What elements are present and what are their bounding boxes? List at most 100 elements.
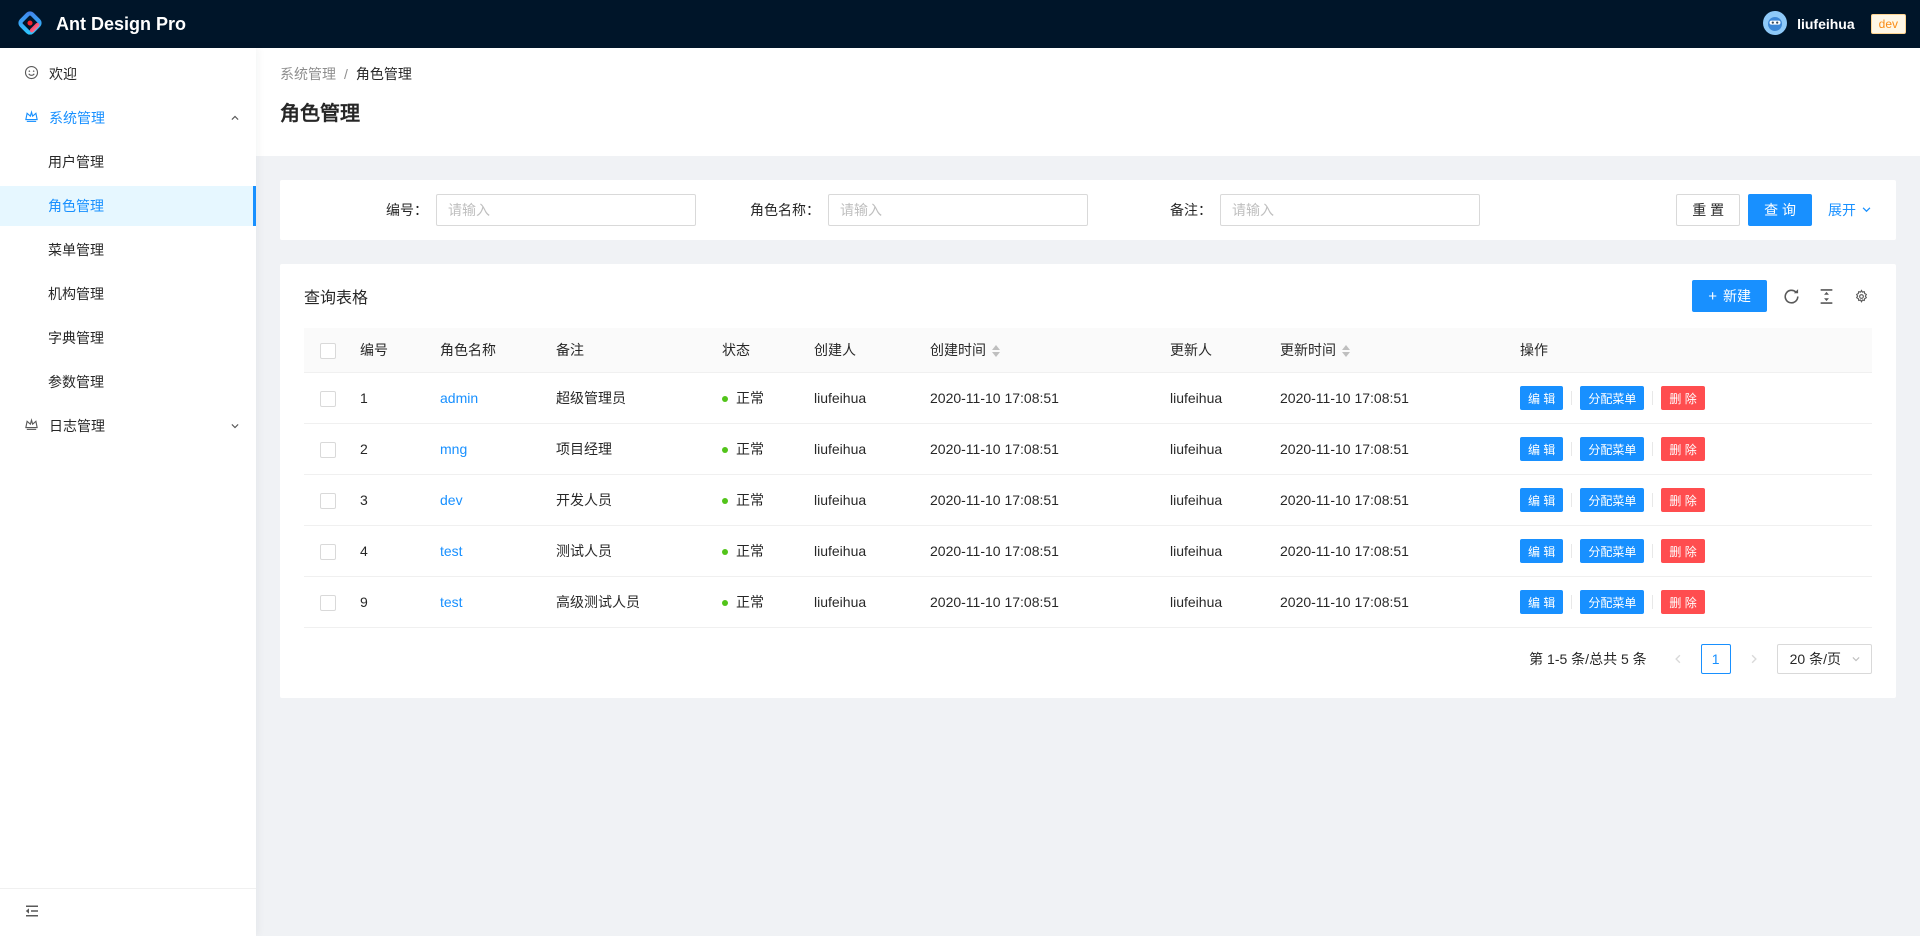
header-user-area[interactable]: liufeihua dev bbox=[1763, 11, 1906, 38]
query-button[interactable]: 查 询 bbox=[1748, 194, 1812, 226]
table-row: 2 mng 项目经理 正常 liufeihua 2020-11-10 17:08… bbox=[304, 424, 1872, 475]
row-checkbox[interactable] bbox=[320, 544, 336, 560]
sort-carets-icon[interactable] bbox=[1342, 345, 1350, 357]
delete-button[interactable]: 删 除 bbox=[1661, 437, 1704, 461]
edit-button[interactable]: 编 辑 bbox=[1520, 539, 1563, 563]
cell-created-time: 2020-11-10 17:08:51 bbox=[922, 475, 1162, 526]
reload-icon[interactable] bbox=[1781, 286, 1802, 307]
role-name-input[interactable] bbox=[828, 194, 1088, 226]
cell-actions: 编 辑分配菜单删 除 bbox=[1512, 526, 1872, 577]
cell-role-name-link[interactable]: dev bbox=[432, 475, 548, 526]
brand-title: Ant Design Pro bbox=[56, 14, 186, 35]
vertical-divider bbox=[1571, 544, 1572, 558]
plus-icon: + bbox=[1708, 289, 1717, 304]
select-all-checkbox[interactable] bbox=[320, 343, 336, 359]
logo[interactable]: Ant Design Pro bbox=[14, 7, 186, 42]
role-name-label: 角色名称： bbox=[696, 200, 828, 220]
sort-carets-icon[interactable] bbox=[992, 345, 1000, 357]
toolbar-actions: + 新建 bbox=[1692, 280, 1872, 312]
cell-role-name-link[interactable]: mng bbox=[432, 424, 548, 475]
cell-role-name-link[interactable]: test bbox=[432, 577, 548, 628]
select-arrow-icon bbox=[1851, 651, 1861, 667]
table-row: 4 test 测试人员 正常 liufeihua 2020-11-10 17:0… bbox=[304, 526, 1872, 577]
delete-button[interactable]: 删 除 bbox=[1661, 590, 1704, 614]
delete-button[interactable]: 删 除 bbox=[1661, 539, 1704, 563]
table-wrapper: 编号 角色名称 备注 状态 创建人 创建时间 更新人 bbox=[280, 328, 1896, 628]
sidebar-item-menu-mgmt[interactable]: 菜单管理 bbox=[0, 230, 256, 270]
avatar bbox=[1763, 11, 1787, 38]
status-dot bbox=[722, 600, 728, 606]
sidebar-menu: 欢迎 系统管理 用户管理 bbox=[0, 48, 256, 888]
create-button[interactable]: + 新建 bbox=[1692, 280, 1767, 312]
assign-menu-button[interactable]: 分配菜单 bbox=[1580, 590, 1644, 614]
content-area: 系统管理 / 角色管理 角色管理 编号： 角色名称： bbox=[256, 48, 1920, 936]
expand-link[interactable]: 展开 bbox=[1828, 200, 1872, 220]
table-row: 9 test 高级测试人员 正常 liufeihua 2020-11-10 17… bbox=[304, 577, 1872, 628]
note-input[interactable] bbox=[1220, 194, 1480, 226]
search-actions: 重 置 查 询 展开 bbox=[1676, 194, 1872, 226]
sidebar-collapse-button[interactable] bbox=[0, 888, 256, 936]
cell-id: 2 bbox=[352, 424, 432, 475]
crown-icon bbox=[24, 417, 39, 435]
sidebar-item-dict-mgmt[interactable]: 字典管理 bbox=[0, 318, 256, 358]
col-header-actions: 操作 bbox=[1512, 328, 1872, 373]
delete-button[interactable]: 删 除 bbox=[1661, 488, 1704, 512]
pagination-page-1[interactable]: 1 bbox=[1701, 644, 1731, 674]
breadcrumb-system[interactable]: 系统管理 bbox=[280, 64, 336, 84]
vertical-divider bbox=[1652, 442, 1653, 456]
cell-actions: 编 辑分配菜单删 除 bbox=[1512, 577, 1872, 628]
col-header-created: 创建时间 bbox=[922, 328, 1162, 373]
cell-created-time: 2020-11-10 17:08:51 bbox=[922, 577, 1162, 628]
cell-creator: liufeihua bbox=[806, 373, 922, 424]
ant-design-logo-icon bbox=[14, 7, 46, 42]
chevron-down-icon bbox=[1861, 202, 1872, 218]
sidebar-item-param-mgmt[interactable]: 参数管理 bbox=[0, 362, 256, 402]
roles-table: 编号 角色名称 备注 状态 创建人 创建时间 更新人 bbox=[304, 328, 1872, 628]
page-size-select[interactable]: 20 条/页 bbox=[1777, 644, 1872, 674]
edit-button[interactable]: 编 辑 bbox=[1520, 590, 1563, 614]
edit-button[interactable]: 编 辑 bbox=[1520, 437, 1563, 461]
sidebar-item-user-mgmt[interactable]: 用户管理 bbox=[0, 142, 256, 182]
cell-created-time: 2020-11-10 17:08:51 bbox=[922, 373, 1162, 424]
assign-menu-button[interactable]: 分配菜单 bbox=[1580, 437, 1644, 461]
env-tag: dev bbox=[1871, 14, 1906, 34]
sidebar-group-log[interactable]: 日志管理 bbox=[0, 406, 256, 446]
breadcrumb-separator: / bbox=[344, 66, 348, 82]
col-header-note: 备注 bbox=[548, 328, 714, 373]
pagination-total: 第 1-5 条/总共 5 条 bbox=[1529, 649, 1646, 669]
app-root: Ant Design Pro liufeihua dev bbox=[0, 0, 1920, 936]
cell-role-name-link[interactable]: test bbox=[432, 526, 548, 577]
row-checkbox[interactable] bbox=[320, 391, 336, 407]
vertical-divider bbox=[1652, 391, 1653, 405]
gear-icon[interactable] bbox=[1851, 286, 1872, 307]
cell-note: 开发人员 bbox=[548, 475, 714, 526]
form-item-role-name: 角色名称： bbox=[696, 194, 1088, 226]
assign-menu-button[interactable]: 分配菜单 bbox=[1580, 386, 1644, 410]
reset-button[interactable]: 重 置 bbox=[1676, 194, 1740, 226]
column-height-icon[interactable] bbox=[1816, 286, 1837, 307]
row-checkbox[interactable] bbox=[320, 493, 336, 509]
col-header-updated: 更新时间 bbox=[1272, 328, 1512, 373]
assign-menu-button[interactable]: 分配菜单 bbox=[1580, 488, 1644, 512]
crown-icon bbox=[24, 109, 39, 127]
edit-button[interactable]: 编 辑 bbox=[1520, 386, 1563, 410]
row-checkbox[interactable] bbox=[320, 595, 336, 611]
edit-button[interactable]: 编 辑 bbox=[1520, 488, 1563, 512]
sidebar-item-org-mgmt[interactable]: 机构管理 bbox=[0, 274, 256, 314]
status-dot bbox=[722, 498, 728, 504]
col-header-status: 状态 bbox=[714, 328, 806, 373]
chevron-left-icon[interactable] bbox=[1663, 644, 1693, 674]
sidebar-item-role-mgmt[interactable]: 角色管理 bbox=[0, 186, 256, 226]
cell-creator: liufeihua bbox=[806, 424, 922, 475]
cell-note: 超级管理员 bbox=[548, 373, 714, 424]
delete-button[interactable]: 删 除 bbox=[1661, 386, 1704, 410]
sidebar-item-welcome[interactable]: 欢迎 bbox=[0, 54, 256, 94]
id-input[interactable] bbox=[436, 194, 696, 226]
cell-role-name-link[interactable]: admin bbox=[432, 373, 548, 424]
cell-updated-time: 2020-11-10 17:08:51 bbox=[1272, 577, 1512, 628]
row-checkbox[interactable] bbox=[320, 442, 336, 458]
chevron-right-icon[interactable] bbox=[1739, 644, 1769, 674]
assign-menu-button[interactable]: 分配菜单 bbox=[1580, 539, 1644, 563]
table-card: 查询表格 + 新建 bbox=[280, 264, 1896, 698]
sidebar-group-system[interactable]: 系统管理 bbox=[0, 98, 256, 138]
